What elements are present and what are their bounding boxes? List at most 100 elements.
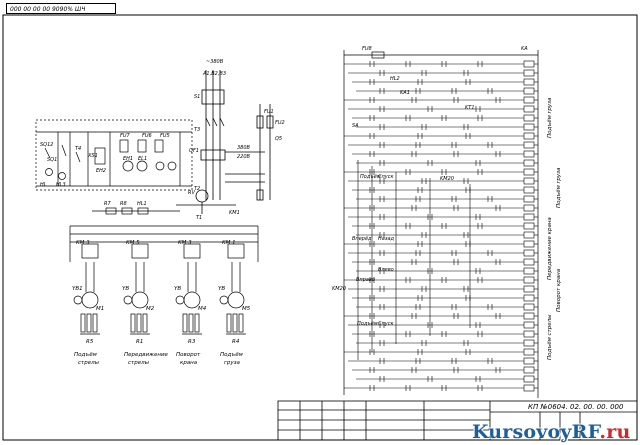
resistor-2-2 xyxy=(194,313,200,333)
svg-text:SQ12: SQ12 xyxy=(40,142,53,148)
motor-r-1: R1 xyxy=(136,339,143,345)
resistor-2-0 xyxy=(182,313,188,333)
contactor-0 xyxy=(81,243,99,259)
sheet-border xyxy=(2,14,638,441)
control-ladder xyxy=(343,50,539,398)
coil-36 xyxy=(523,384,535,392)
coil-14 xyxy=(523,186,535,194)
drawing-sheet: 000 00 00 00 9090% ШЧ SQ12 SQ1 T4 XS1 EH… xyxy=(0,0,640,445)
coil-33 xyxy=(523,357,535,365)
sa-label: SA xyxy=(352,123,359,129)
coil-30 xyxy=(523,330,535,338)
coil-17 xyxy=(523,213,535,221)
motor-r-2: R3 xyxy=(188,339,196,345)
t2-label: T2 xyxy=(194,186,200,192)
coil-11 xyxy=(523,159,535,167)
coil-31 xyxy=(523,339,535,347)
coil-35 xyxy=(523,375,535,383)
section-label-4: Подъём стрелы xyxy=(547,314,553,360)
coil-29 xyxy=(523,321,535,329)
km1-label: KM1 xyxy=(229,210,240,216)
coil-13 xyxy=(523,177,535,185)
svg-text:FU5: FU5 xyxy=(160,133,170,139)
s1-label: S1 xyxy=(194,94,200,100)
supply-voltage-label: ~380В xyxy=(206,59,224,65)
podem-label-2: Подъём xyxy=(357,321,378,327)
coil-6 xyxy=(523,114,535,122)
motor-name-2-0: стрелы xyxy=(78,360,100,366)
svg-text:R8: R8 xyxy=(120,201,127,207)
motor-km-2: KM 3 xyxy=(178,240,192,246)
coil-3 xyxy=(523,87,535,95)
aux-circuit xyxy=(35,119,193,191)
svg-text:FU6: FU6 xyxy=(142,133,152,139)
ka-label: KA xyxy=(521,46,528,52)
svg-text:R7: R7 xyxy=(104,201,111,207)
resistor-3-2 xyxy=(238,313,244,333)
t3-label: T3 xyxy=(194,127,200,133)
motor-m-0: M1 xyxy=(96,306,104,312)
resistor-3-1 xyxy=(232,313,238,333)
section-labels: Подъём груза Подъём груза Передвижение кра… xyxy=(547,97,562,360)
coil-8 xyxy=(523,132,535,140)
motor-group-labels: KM 3 YB1 M1 R5 Подъём стрелы KM 5 YB M2 R1 Передви… xyxy=(72,240,251,366)
contactor-3 xyxy=(227,243,245,259)
motor-name-2-1: стрелы xyxy=(128,360,150,366)
motor-r-0: R5 xyxy=(86,339,94,345)
coil-21 xyxy=(523,249,535,257)
ka1-label: KA1 xyxy=(400,90,410,96)
watermark-logo: KursovoyRF.ru xyxy=(472,421,631,443)
motor-name-1-1: Передвижение xyxy=(124,352,169,358)
motor-km-3: KM 1 xyxy=(222,240,236,246)
coil-23 xyxy=(523,267,535,275)
svg-text:FU7: FU7 xyxy=(120,133,131,139)
schematic-canvas: SQ12 SQ1 T4 XS1 EH2 FU7 FU6 FU5 EH1 EL1 … xyxy=(2,14,638,441)
motor-name-2-2: крана xyxy=(180,360,198,366)
section-label-3: Поворот крана xyxy=(556,268,562,312)
svg-text:HL1: HL1 xyxy=(137,201,147,207)
coil-22 xyxy=(523,258,535,266)
motor-km-0: KM 3 xyxy=(76,240,90,246)
motor-name-1-3: Подъём xyxy=(220,352,243,358)
coil-10 xyxy=(523,150,535,158)
svg-text:EH1: EH1 xyxy=(123,156,133,162)
motor-m-3: M5 xyxy=(242,306,251,312)
coil-27 xyxy=(523,303,535,311)
motor-r-3: R4 xyxy=(232,339,240,345)
resistor-labels: R7 R8 HL1 xyxy=(104,201,147,207)
aux-labels: SQ12 SQ1 T4 XS1 EH2 FU7 FU6 FU5 EH1 EL1 … xyxy=(40,127,200,192)
vlevo-label: Влево xyxy=(378,267,394,273)
kt1-label: KT1 xyxy=(465,105,475,111)
brake-0 xyxy=(73,295,83,305)
motor-name-1-2: Поворот xyxy=(176,352,201,358)
resistor-2-1 xyxy=(188,313,194,333)
motor-yb-3: YB xyxy=(218,286,225,292)
coil-12 xyxy=(523,168,535,176)
resistor-1-1 xyxy=(136,313,142,333)
motor-m-1: M2 xyxy=(146,306,155,312)
svg-text:EL1: EL1 xyxy=(138,156,147,162)
svg-text:HL: HL xyxy=(40,182,47,188)
motor-yb-2: YB xyxy=(174,286,181,292)
coil-25 xyxy=(523,285,535,293)
coil-20 xyxy=(523,240,535,248)
svg-text:SQ1: SQ1 xyxy=(47,157,57,163)
coil-24 xyxy=(523,276,535,284)
coil-9 xyxy=(523,141,535,149)
nazad-label: Назад xyxy=(378,236,395,242)
fu8-label: FU8 xyxy=(362,46,372,52)
rv-label: RV xyxy=(188,190,195,196)
coil-1 xyxy=(523,69,535,77)
resistor-0-0 xyxy=(80,313,86,333)
resistor-1-0 xyxy=(130,313,136,333)
km20-label-2: KM20 xyxy=(332,286,346,292)
coil-32 xyxy=(523,348,535,356)
coil-7 xyxy=(523,123,535,131)
coil-28 xyxy=(523,312,535,320)
ladder-coils xyxy=(523,60,538,392)
brake-1 xyxy=(123,295,133,305)
motor-m-2: M4 xyxy=(198,306,207,312)
phases-label: A1,B2,B3 xyxy=(202,71,226,77)
resistor-1-2 xyxy=(142,313,148,333)
svg-text:XS1: XS1 xyxy=(87,153,98,159)
